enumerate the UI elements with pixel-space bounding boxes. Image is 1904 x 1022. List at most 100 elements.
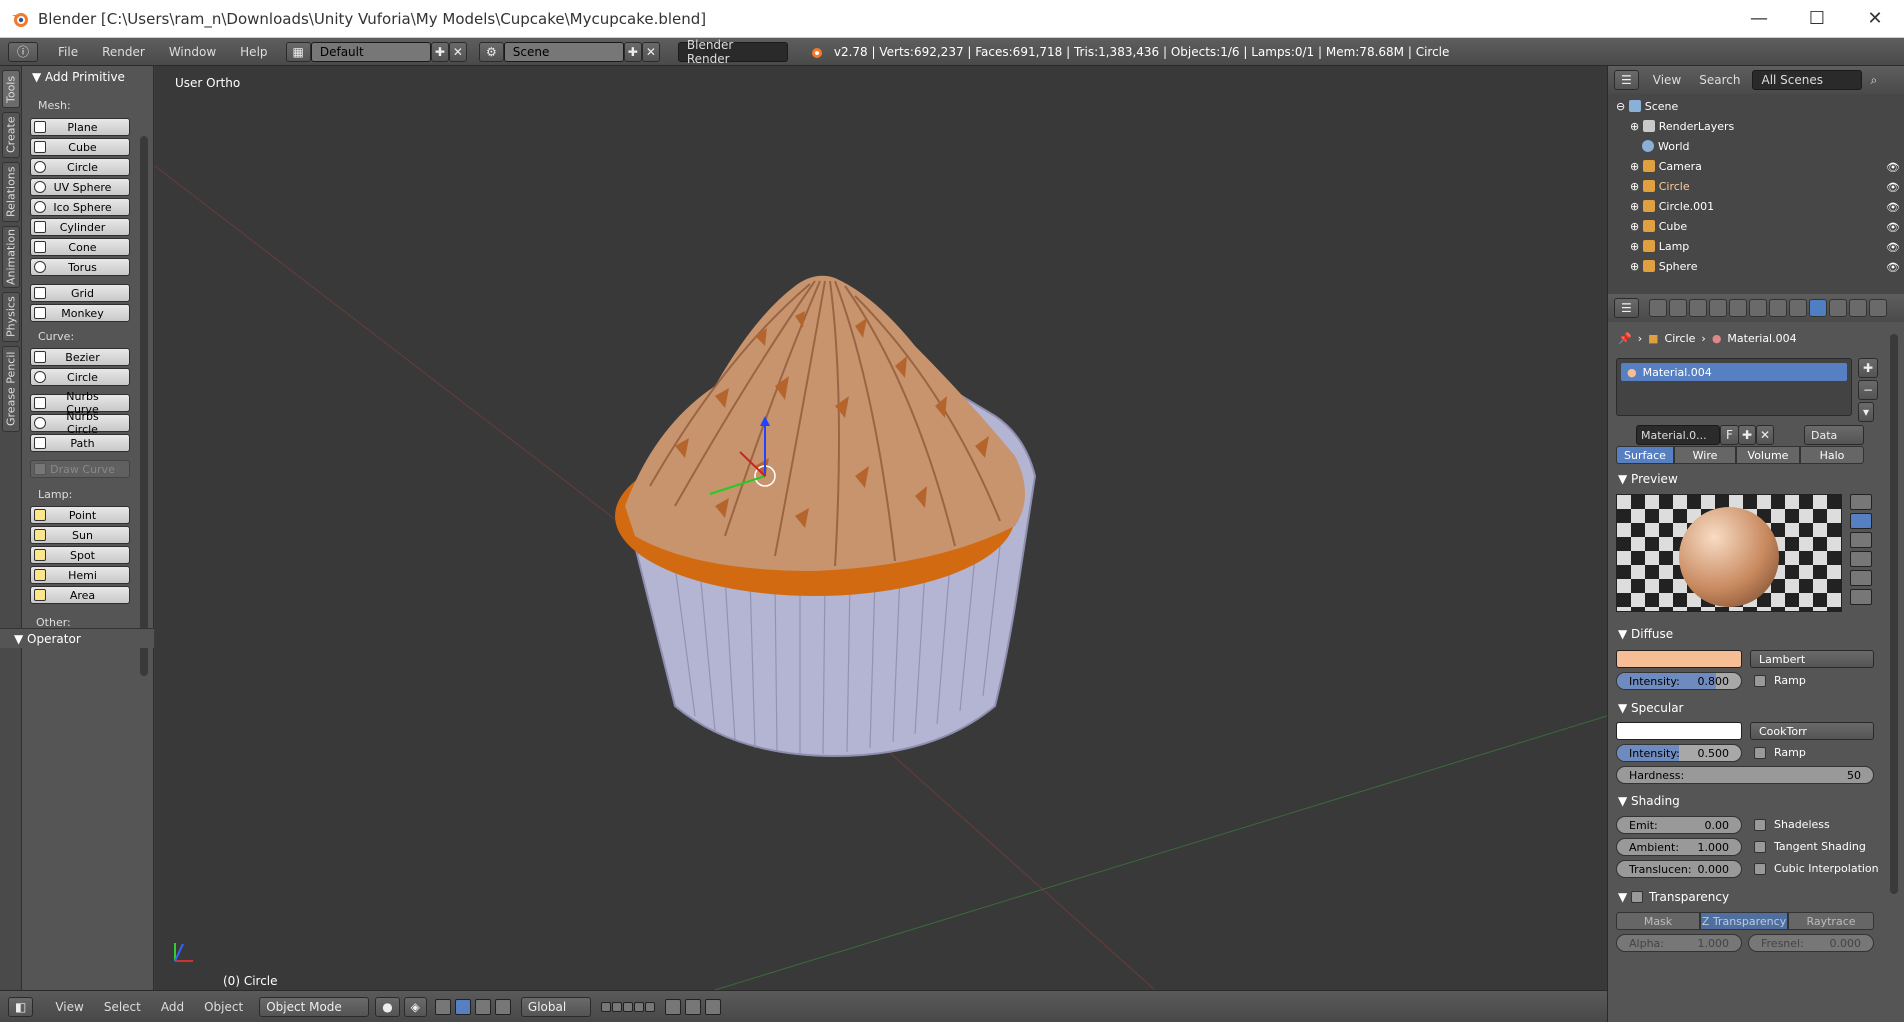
layer-3-icon[interactable] [622, 1001, 633, 1012]
add-material-slot-button[interactable]: ✚ [1858, 358, 1879, 378]
specular-ramp-checkbox[interactable]: Ramp [1754, 746, 1806, 759]
tab-animation[interactable]: Animation [2, 226, 20, 288]
tab-relations[interactable]: Relations [2, 162, 20, 222]
transparency-mode-raytrace[interactable]: Raytrace [1788, 912, 1874, 930]
add-nurbs-circle-button[interactable]: Nurbs Circle [30, 410, 130, 436]
add-cylinder-button[interactable]: Cylinder [30, 218, 130, 236]
object-tab-icon[interactable] [1728, 299, 1747, 317]
search-icon[interactable]: ⌕ [1870, 73, 1877, 88]
new-material-icon[interactable]: ✚ [1738, 425, 1757, 445]
outliner-row-lamp[interactable]: ⊕ Lamp 👁 [1608, 236, 1904, 256]
preview-monkey-icon[interactable] [1850, 551, 1872, 567]
material-slot-item[interactable]: ● Material.004 [1621, 363, 1847, 381]
editor-type-3d-button[interactable]: ◧ [8, 996, 34, 1017]
outliner-row-renderlayers[interactable]: ⊕ RenderLayers [1608, 116, 1904, 136]
tab-physics[interactable]: Physics [2, 292, 20, 342]
screen-layout-field[interactable]: Default [310, 41, 431, 62]
pin-icon[interactable]: 📌 [1618, 332, 1632, 345]
editor-type-info-button[interactable]: ⓘ [8, 41, 38, 62]
outliner-display-mode-select[interactable]: All Scenes [1752, 70, 1863, 90]
add-point-lamp-button[interactable]: Point [30, 506, 130, 524]
transparency-checkbox-icon[interactable] [1631, 891, 1644, 903]
outliner-row-circle-001[interactable]: ⊕ Circle.001 👁 [1608, 196, 1904, 216]
minimize-button[interactable]: — [1730, 0, 1788, 38]
menu-view[interactable]: View [45, 1000, 93, 1014]
translucency-slider[interactable]: Translucen: 0.000 [1616, 860, 1742, 878]
add-torus-button[interactable]: Torus [30, 258, 130, 276]
add-path-button[interactable]: Path [30, 434, 130, 452]
transparency-mode-z[interactable]: Z Transparency [1700, 912, 1788, 930]
shading-panel-title[interactable]: ▼ Shading [1618, 794, 1680, 808]
outliner-row-circle[interactable]: ⊕ Circle 👁 [1608, 176, 1904, 196]
preview-panel-title[interactable]: ▼ Preview [1618, 472, 1678, 486]
alpha-slider[interactable]: Alpha: 1.000 [1616, 934, 1742, 952]
add-cube-button[interactable]: Cube [30, 138, 130, 156]
translate-icon[interactable] [454, 998, 471, 1015]
layer-4-icon[interactable] [633, 1001, 644, 1012]
add-area-lamp-button[interactable]: Area [30, 586, 130, 604]
cupcake-scene[interactable] [155, 66, 1607, 990]
specular-panel-title[interactable]: ▼ Specular [1618, 701, 1684, 715]
manipulator-toggle-icon[interactable] [434, 998, 451, 1015]
editor-type-outliner-button[interactable]: ☰ [1614, 70, 1639, 90]
scene-tab-icon[interactable] [1688, 299, 1707, 317]
add-sun-lamp-button[interactable]: Sun [30, 526, 130, 544]
menu-window[interactable]: Window [157, 45, 228, 59]
link-data-select[interactable]: Data [1804, 425, 1864, 445]
add-cone-button[interactable]: Cone [30, 238, 130, 256]
visibility-eye-icon[interactable]: 👁 [1886, 181, 1900, 194]
visibility-eye-icon[interactable]: 👁 [1886, 201, 1900, 214]
ambient-slider[interactable]: Ambient: 1.000 [1616, 838, 1742, 856]
preview-cube-icon[interactable] [1850, 532, 1872, 548]
preview-type-buttons[interactable] [1848, 494, 1874, 605]
menu-select[interactable]: Select [94, 1000, 151, 1014]
tab-halo[interactable]: Halo [1800, 446, 1864, 464]
tab-surface[interactable]: Surface [1616, 446, 1674, 464]
menu-file[interactable]: File [46, 45, 90, 59]
tab-volume[interactable]: Volume [1736, 446, 1800, 464]
world-tab-icon[interactable] [1708, 299, 1727, 317]
tab-tools[interactable]: Tools [2, 70, 20, 108]
preview-flat-icon[interactable] [1850, 494, 1872, 510]
remove-material-slot-button[interactable]: − [1858, 380, 1879, 400]
specular-intensity-slider[interactable]: Intensity: 0.500 [1616, 744, 1742, 762]
viewport-shading-select[interactable]: ● [375, 996, 400, 1017]
emit-slider[interactable]: Emit: 0.00 [1616, 816, 1742, 834]
layer-buttons[interactable] [600, 1001, 655, 1012]
outliner-menu-search[interactable]: Search [1699, 73, 1740, 87]
add-hemi-lamp-button[interactable]: Hemi [30, 566, 130, 584]
visibility-eye-icon[interactable]: 👁 [1886, 161, 1900, 174]
add-layout-icon[interactable]: ✚ [430, 41, 449, 62]
add-primitive-title[interactable]: ▼ Add Primitive [32, 70, 125, 84]
screen-layout-icon[interactable]: ▦ [285, 41, 311, 62]
lock-layers-icon[interactable] [664, 998, 681, 1015]
outliner-row-scene[interactable]: ⊖ Scene [1608, 96, 1904, 116]
add-curve-circle-button[interactable]: Circle [30, 368, 130, 386]
preview-sphere-icon[interactable] [1850, 513, 1872, 529]
outliner-row-camera[interactable]: ⊕ Camera 👁 [1608, 156, 1904, 176]
unlink-material-icon[interactable]: ✕ [1756, 425, 1775, 445]
diffuse-shader-select[interactable]: Lambert [1750, 650, 1874, 668]
layer-1-icon[interactable] [600, 1001, 611, 1012]
transparency-panel-title[interactable]: ▼ Transparency [1618, 890, 1729, 904]
material-slot-list[interactable]: ● Material.004 [1616, 358, 1852, 416]
tab-grease-pencil[interactable]: Grease Pencil [2, 346, 20, 432]
shadeless-checkbox[interactable]: Shadeless [1754, 818, 1830, 831]
menu-object[interactable]: Object [194, 1000, 253, 1014]
render-preview-icon[interactable] [684, 998, 701, 1015]
add-monkey-button[interactable]: Monkey [30, 304, 130, 322]
add-uv-sphere-button[interactable]: UV Sphere [30, 178, 130, 196]
add-scene-icon[interactable]: ✚ [623, 41, 642, 62]
preview-world-icon[interactable] [1850, 589, 1872, 605]
render-engine-select[interactable]: Blender Render [677, 38, 788, 66]
preview-hair-icon[interactable] [1850, 570, 1872, 586]
add-plane-button[interactable]: Plane [30, 118, 130, 136]
specular-shader-select[interactable]: CookTorr [1750, 722, 1874, 740]
scale-icon[interactable] [494, 998, 511, 1015]
add-spot-lamp-button[interactable]: Spot [30, 546, 130, 564]
menu-add[interactable]: Add [151, 1000, 194, 1014]
layer-2-icon[interactable] [611, 1001, 622, 1012]
tangent-shading-checkbox[interactable]: Tangent Shading [1754, 840, 1866, 853]
visibility-eye-icon[interactable]: 👁 [1886, 261, 1900, 274]
mode-select[interactable]: Object Mode [259, 996, 370, 1017]
